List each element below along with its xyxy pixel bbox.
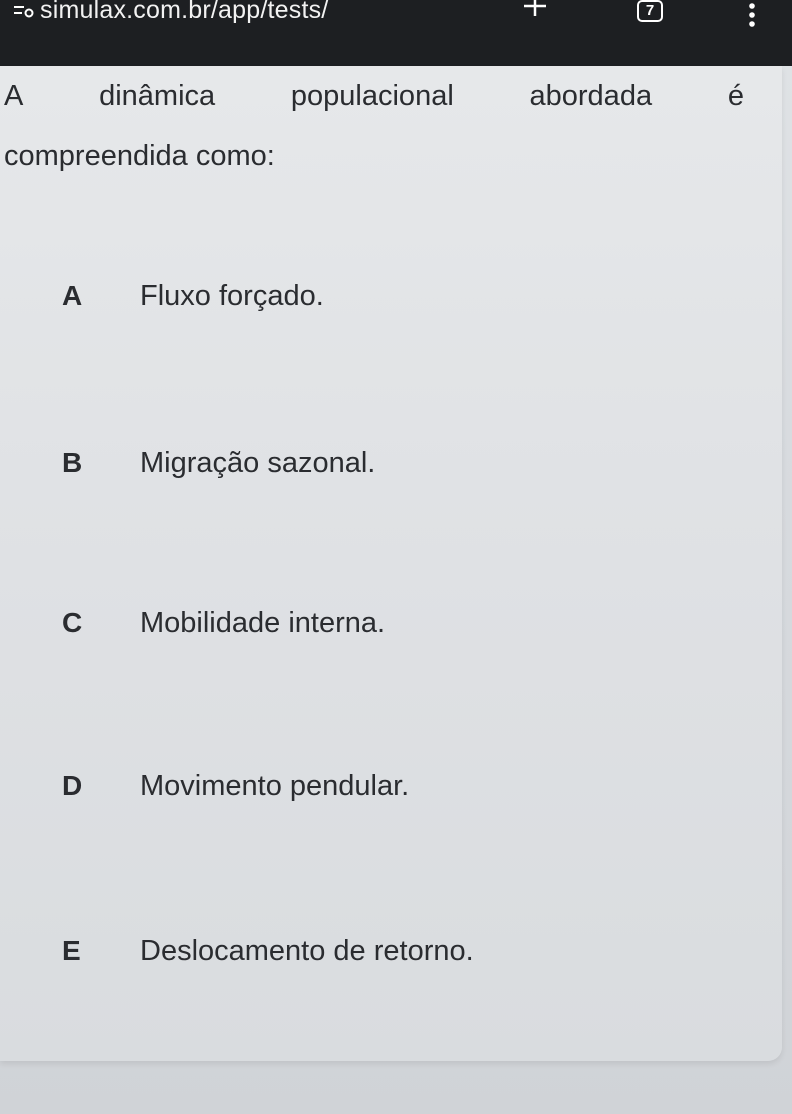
menu-icon[interactable] — [744, 2, 760, 30]
option-b[interactable]: B Migração sazonal. — [30, 408, 710, 518]
question-word: dinâmica — [99, 80, 216, 112]
question-word: populacional — [290, 80, 454, 112]
option-letter: C — [62, 607, 83, 638]
option-text: Mobilidade interna. — [140, 606, 386, 639]
option-c[interactable]: C Mobilidade interna. — [30, 568, 710, 678]
option-letter: B — [62, 447, 83, 478]
option-d[interactable]: D Movimento pendular. — [30, 731, 710, 841]
question-word: A — [4, 80, 24, 112]
option-letter: E — [62, 935, 81, 966]
question-card: A dinâmica populacional abordada é compr… — [0, 66, 782, 1061]
plus-icon[interactable] — [520, 0, 550, 20]
site-settings-icon[interactable] — [12, 4, 36, 18]
option-letter: D — [62, 770, 83, 801]
page-content: A dinâmica populacional abordada é compr… — [0, 66, 792, 1114]
question-line-1: A dinâmica populacional abordada é — [4, 66, 744, 126]
browser-toolbar: simulax.com.br/app/tests/ 7 — [0, 0, 792, 66]
question-line-2: compreendida como: — [4, 140, 275, 172]
option-e[interactable]: E Deslocamento de retorno. — [30, 896, 710, 1006]
option-text: Fluxo forçado. — [140, 279, 324, 312]
tabs-switcher-button[interactable]: 7 — [637, 0, 663, 22]
option-letter: A — [62, 280, 83, 311]
question-text: A dinâmica populacional abordada é compr… — [4, 66, 764, 186]
question-word: é — [727, 80, 744, 112]
option-text: Movimento pendular. — [140, 769, 410, 802]
address-bar-url[interactable]: simulax.com.br/app/tests/ — [40, 0, 328, 25]
option-text: Deslocamento de retorno. — [140, 934, 474, 967]
option-text: Migração sazonal. — [140, 446, 376, 479]
question-word: abordada — [529, 80, 653, 112]
option-a[interactable]: A Fluxo forçado. — [30, 241, 710, 351]
